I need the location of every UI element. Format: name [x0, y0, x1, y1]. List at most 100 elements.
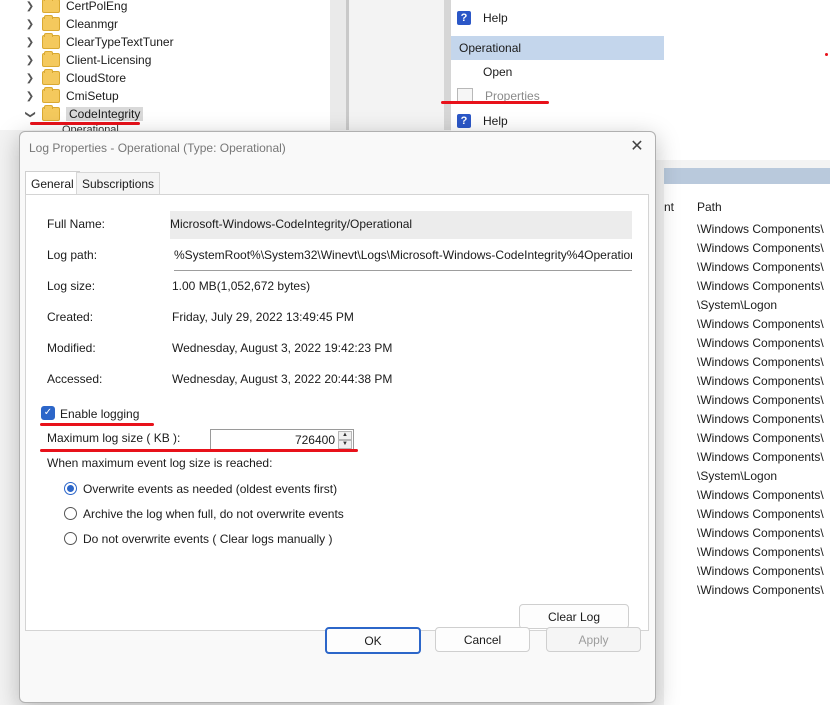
help-icon: ?	[457, 11, 471, 25]
tree-item-cmisetup[interactable]: ❯ CmiSetup	[24, 87, 119, 105]
right-blank-area	[664, 0, 830, 160]
annotation-underline-max-size	[40, 449, 358, 452]
radio-do-not-overwrite[interactable]	[64, 532, 77, 545]
accessed-label: Accessed:	[47, 372, 103, 386]
tab-subscriptions[interactable]: Subscriptions	[76, 172, 161, 195]
clear-log-button[interactable]: Clear Log	[519, 604, 629, 629]
list-item[interactable]: \Windows Components\	[697, 545, 830, 559]
chevron-down-icon[interactable]: ❯	[25, 108, 36, 120]
created-label: Created:	[47, 310, 94, 324]
when-reached-label: When maximum event log size is reached:	[47, 456, 273, 470]
modified-value: Wednesday, August 3, 2022 19:42:23 PM	[172, 341, 393, 355]
column-header-partial[interactable]: nt	[664, 200, 674, 214]
annotation-underline-codeintegrity	[30, 122, 140, 125]
cancel-button[interactable]: Cancel	[435, 627, 530, 652]
list-header-bar	[664, 168, 830, 184]
option-archive-label[interactable]: Archive the log when full, do not overwr…	[83, 507, 344, 521]
list-item[interactable]: \System\Logon	[697, 469, 830, 483]
folder-icon	[42, 51, 60, 67]
pane-divider-right[interactable]	[444, 0, 451, 130]
tree-item-cleartypetexttuner[interactable]: ❯ ClearTypeTextTuner	[24, 33, 174, 51]
list-item[interactable]: \Windows Components\	[697, 222, 830, 236]
log-size-value: 1.00 MB(1,052,672 bytes)	[172, 279, 311, 293]
radio-archive[interactable]	[64, 507, 77, 520]
list-item[interactable]: \Windows Components\	[697, 450, 830, 464]
list-item[interactable]: \Windows Components\	[697, 241, 830, 255]
max-log-size-value: 726400	[294, 433, 335, 447]
chevron-right-icon[interactable]: ❯	[24, 91, 36, 102]
action-label: Help	[483, 114, 508, 128]
ok-button[interactable]: OK	[325, 627, 421, 654]
event-log-tree: ❯ CertPolEng ❯ Cleanmgr ❯ ClearTypeTextT…	[0, 0, 330, 132]
list-item[interactable]: \System\Logon	[697, 298, 830, 312]
blank-icon	[457, 65, 471, 79]
log-path-value: %SystemRoot%\System32\Winevt\Logs\Micros…	[174, 248, 632, 262]
tree-item-certpoleng[interactable]: ❯ CertPolEng	[24, 0, 127, 15]
list-item[interactable]: \Windows Components\	[697, 317, 830, 331]
log-path-label: Log path:	[47, 248, 98, 262]
folder-icon	[42, 0, 60, 13]
enable-logging-checkbox[interactable]: ✓	[41, 406, 55, 420]
folder-icon	[42, 87, 60, 103]
middle-pane	[349, 0, 444, 130]
action-help-top[interactable]: ? Help	[451, 7, 508, 29]
list-item[interactable]: \Windows Components\	[697, 336, 830, 350]
tab-general[interactable]: General	[25, 171, 80, 195]
tree-item-client-licensing[interactable]: ❯ Client-Licensing	[24, 51, 151, 69]
folder-icon	[42, 69, 60, 85]
list-item[interactable]: \Windows Components\	[697, 488, 830, 502]
folder-icon	[42, 105, 60, 121]
close-icon[interactable]: ✕	[627, 137, 647, 157]
decrement-button[interactable]: ▼	[338, 440, 352, 449]
enable-logging-label[interactable]: Enable logging	[60, 407, 139, 421]
folder-icon	[42, 33, 60, 49]
max-log-size-stepper[interactable]: 726400 ▲ ▼	[210, 429, 354, 451]
list-item[interactable]: \Windows Components\	[697, 431, 830, 445]
chevron-right-icon[interactable]: ❯	[24, 19, 36, 30]
actions-section-header[interactable]: Operational	[451, 36, 664, 60]
tree-item-label: CmiSetup	[66, 89, 119, 103]
tree-item-label: Client-Licensing	[66, 53, 152, 67]
log-path-field[interactable]: %SystemRoot%\System32\Winevt\Logs\Micros…	[174, 244, 632, 271]
tree-item-label: CodeIntegrity	[66, 107, 144, 121]
annotation-underline-properties	[441, 101, 549, 104]
increment-button[interactable]: ▲	[338, 431, 352, 440]
tree-item-label: ClearTypeTextTuner	[66, 35, 174, 49]
list-item[interactable]: \Windows Components\	[697, 507, 830, 521]
list-item[interactable]: \Windows Components\	[697, 374, 830, 388]
tree-item-label: Cleanmgr	[66, 17, 119, 31]
list-item[interactable]: \Windows Components\	[697, 279, 830, 293]
list-item[interactable]: \Windows Components\	[697, 412, 830, 426]
chevron-right-icon[interactable]: ❯	[24, 55, 36, 66]
list-item[interactable]: \Windows Components\	[697, 526, 830, 540]
full-name-value: Microsoft-Windows-CodeIntegrity/Operatio…	[170, 217, 413, 231]
tree-item-codeintegrity[interactable]: ❯ CodeIntegrity	[24, 105, 144, 123]
annotation-underline-enable-logging	[40, 423, 154, 426]
list-item[interactable]: \Windows Components\	[697, 355, 830, 369]
apply-button[interactable]: Apply	[546, 627, 641, 652]
log-properties-dialog: Log Properties - Operational (Type: Oper…	[19, 131, 656, 703]
dialog-title: Log Properties - Operational (Type: Oper…	[29, 141, 286, 155]
action-label: Help	[483, 11, 508, 25]
general-tab-panel: Full Name: Microsoft-Windows-CodeIntegri…	[25, 194, 649, 631]
option-overwrite-label[interactable]: Overwrite events as needed (oldest event…	[83, 482, 337, 496]
tree-item-cleanmgr[interactable]: ❯ Cleanmgr	[24, 15, 118, 33]
column-header-path[interactable]: Path	[697, 200, 722, 214]
option-do-not-overwrite-label[interactable]: Do not overwrite events ( Clear logs man…	[83, 532, 332, 546]
pane-divider[interactable]	[330, 0, 346, 130]
chevron-right-icon[interactable]: ❯	[24, 1, 36, 12]
list-item[interactable]: \Windows Components\	[697, 260, 830, 274]
radio-overwrite[interactable]	[64, 482, 77, 495]
chevron-right-icon[interactable]: ❯	[24, 37, 36, 48]
action-label: Open	[483, 65, 513, 79]
action-help-bottom[interactable]: ? Help	[451, 110, 508, 132]
chevron-right-icon[interactable]: ❯	[24, 73, 36, 84]
accessed-value: Wednesday, August 3, 2022 20:44:38 PM	[172, 372, 393, 386]
list-item[interactable]: \Windows Components\	[697, 564, 830, 578]
annotation-dot	[825, 53, 828, 56]
tree-item-cloudstore[interactable]: ❯ CloudStore	[24, 69, 126, 87]
list-item[interactable]: \Windows Components\	[697, 583, 830, 597]
folder-icon	[42, 15, 60, 31]
list-item[interactable]: \Windows Components\	[697, 393, 830, 407]
action-open[interactable]: Open	[451, 61, 512, 83]
